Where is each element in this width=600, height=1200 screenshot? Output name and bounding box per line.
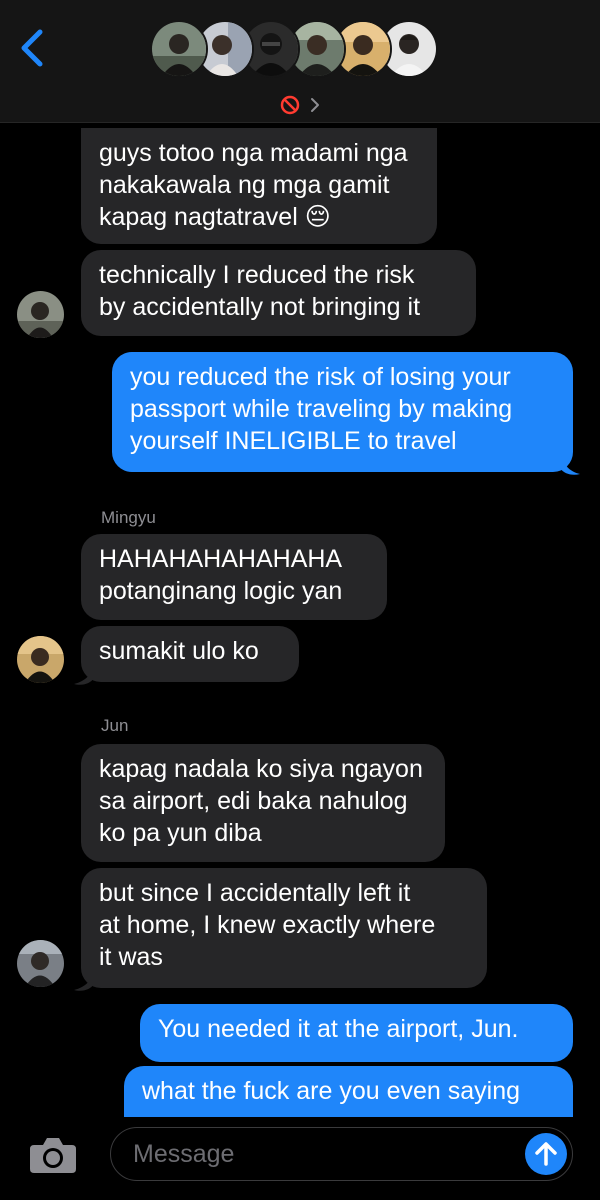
chevron-right-icon: [311, 98, 319, 112]
message-composer: [0, 1117, 600, 1200]
message-bubble-received[interactable]: guys totoo nga madami nga nakakawala ng …: [81, 128, 437, 244]
chevron-left-icon: [21, 29, 43, 67]
sender-name: Jun: [101, 716, 129, 735]
message-input[interactable]: [110, 1127, 573, 1181]
group-avatars[interactable]: [150, 20, 450, 78]
send-button[interactable]: [525, 1133, 567, 1175]
group-info-button[interactable]: [280, 94, 322, 116]
camera-button[interactable]: [28, 1135, 78, 1175]
avatar[interactable]: [17, 291, 64, 338]
arrow-up-icon: [535, 1142, 557, 1166]
message-bubble-sent[interactable]: what the fuck are you even saying: [124, 1066, 573, 1118]
back-button[interactable]: [14, 28, 50, 68]
message-bubble-received[interactable]: technically I reduced the risk by accide…: [81, 250, 476, 336]
participant-avatar: [150, 20, 208, 78]
message-bubble-received[interactable]: HAHAHAHAHAHAHA potanginang logic yan: [81, 534, 387, 620]
message-bubble-sent[interactable]: You needed it at the airport, Jun.: [140, 1004, 573, 1062]
message-bubble-sent[interactable]: you reduced the risk of losing your pass…: [112, 352, 573, 472]
camera-icon: [30, 1138, 76, 1173]
bubble-tail: [74, 970, 94, 991]
bubble-tail: [560, 452, 580, 475]
imessage-group-chat: guys totoo nga madami nga nakakawala ng …: [0, 0, 600, 1200]
conversation-header: [0, 0, 600, 123]
bubble-tail: [74, 664, 94, 685]
message-bubble-received[interactable]: but since I accidentally left it at home…: [81, 868, 487, 988]
message-bubble-received[interactable]: sumakit ulo ko: [81, 626, 299, 682]
message-bubble-received[interactable]: kapag nadala ko siya ngayon sa airport, …: [81, 744, 445, 862]
avatar[interactable]: [17, 940, 64, 987]
avatar[interactable]: [17, 636, 64, 683]
sender-name: Mingyu: [101, 508, 156, 527]
prohibited-icon: [280, 95, 300, 115]
message-list[interactable]: guys totoo nga madami nga nakakawala ng …: [0, 0, 600, 1200]
